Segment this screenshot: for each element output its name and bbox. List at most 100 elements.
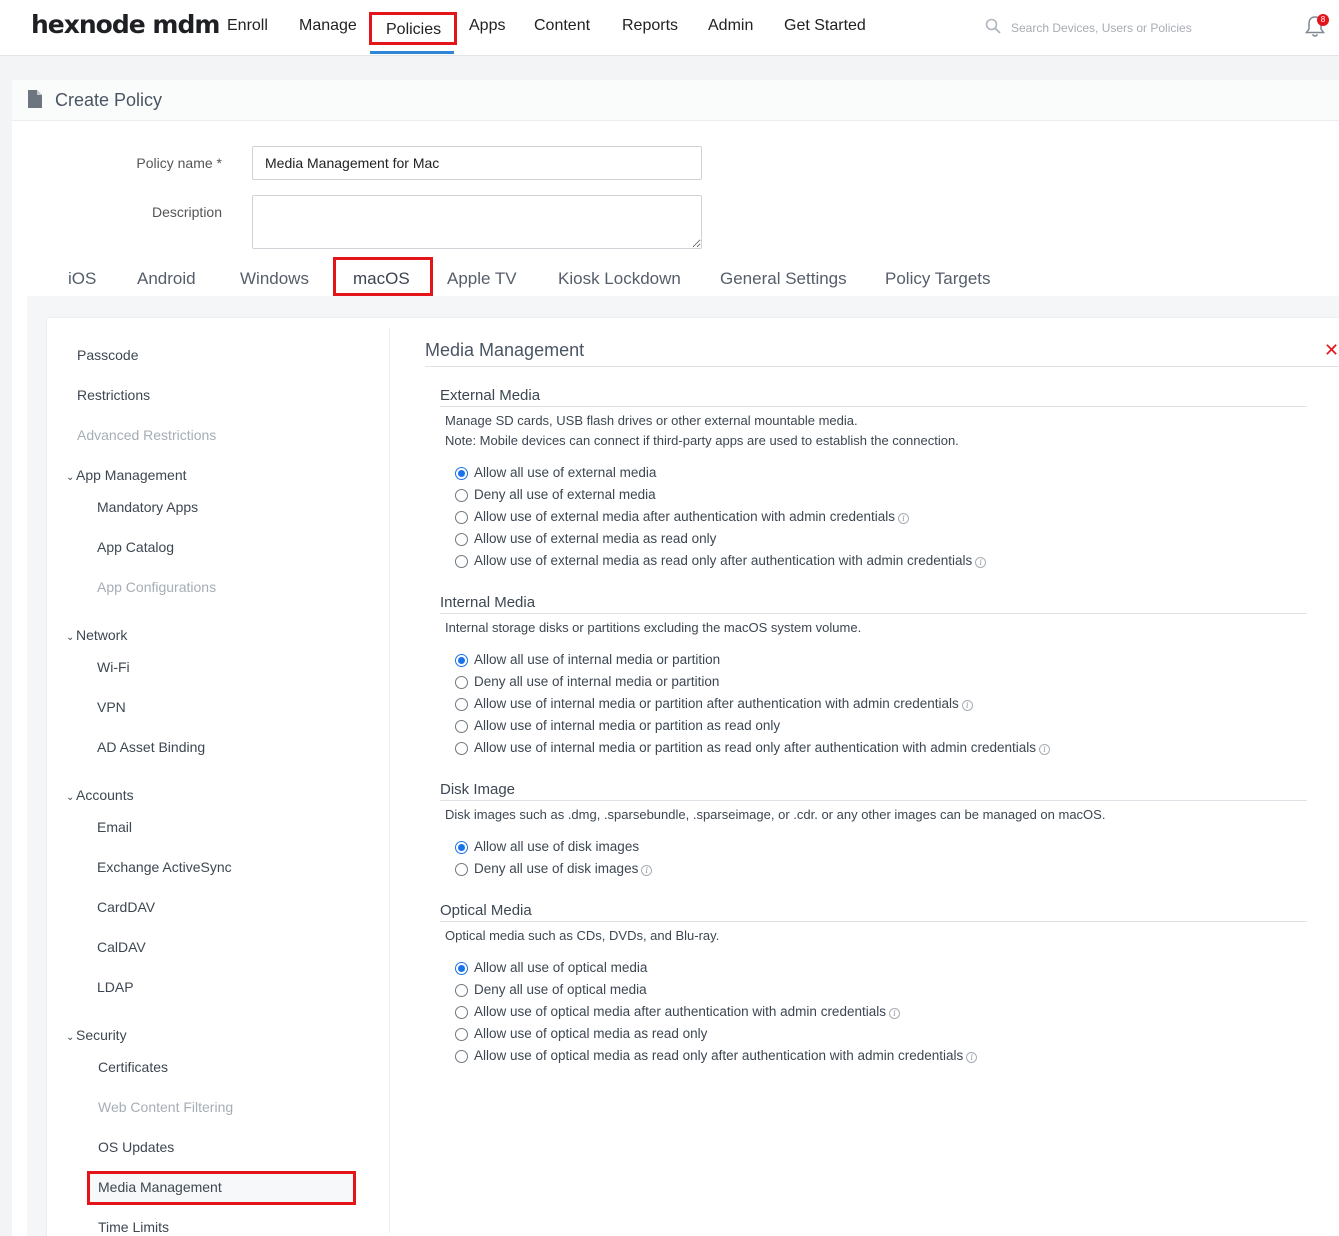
sidebar-item-os-updates[interactable]: OS Updates [98,1139,174,1155]
nav-content[interactable]: Content [534,17,590,35]
sidebar-group-label: Network [76,627,128,643]
sidebar-item-email[interactable]: Email [97,819,132,835]
info-icon[interactable]: i [897,513,909,524]
radio-button[interactable] [455,676,468,689]
radio-button[interactable] [455,1028,468,1041]
nav-enroll[interactable]: Enroll [227,17,268,35]
tab-policy-targets[interactable]: Policy Targets [885,269,991,289]
sidebar-group-app-management[interactable]: ⌄ App Management [66,467,187,483]
radio-button[interactable] [455,742,468,755]
info-icon[interactable]: i [888,1008,900,1019]
policy-name-label: Policy name * [136,155,222,171]
sidebar-item-advanced-restrictions: Advanced Restrictions [77,427,217,443]
info-icon[interactable]: i [641,865,653,876]
info-icon[interactable]: i [975,557,987,568]
group-divider [440,921,1307,922]
search-input[interactable]: Search Devices, Users or Policies [1011,21,1192,35]
sidebar-item-exchange-activesync[interactable]: Exchange ActiveSync [97,859,232,875]
tab-android[interactable]: Android [137,269,196,289]
radio-button[interactable] [455,1050,468,1063]
nav-manage[interactable]: Manage [299,17,357,35]
close-icon[interactable]: ✕ [1324,340,1339,361]
description-line: Internal storage disks or partitions exc… [445,620,862,635]
nav-policies[interactable]: Policies [369,12,458,45]
hexnode-logo[interactable]: hexnode mdm [31,10,220,39]
tab-apple-tv[interactable]: Apple TV [447,269,517,289]
sidebar-item-time-limits[interactable]: Time Limits [98,1219,169,1235]
info-icon[interactable]: i [966,1052,978,1063]
top-navigation-bar: hexnode mdm Enroll Manage Policies Apps … [0,0,1339,56]
tab-kiosk-lockdown[interactable]: Kiosk Lockdown [558,269,681,289]
tab-macos[interactable]: macOS [333,257,433,296]
nav-get-started[interactable]: Get Started [784,17,866,35]
description-label: Description [151,204,222,220]
group-title-internal-media: Internal Media [440,594,536,611]
sidebar-item-caldav[interactable]: CalDAV [97,939,146,955]
section-divider [425,366,1339,367]
radio-button[interactable] [455,984,468,997]
option-text: Allow all use of optical media [474,960,648,975]
option-text: Deny all use of optical media [474,982,647,997]
radio-label: Allow use of optical media as read only … [474,1048,978,1063]
radio-button[interactable] [455,555,468,568]
sidebar-item-restrictions[interactable]: Restrictions [77,387,150,403]
radio-button[interactable] [455,1006,468,1019]
radio-button[interactable] [455,489,468,502]
radio-label: Allow use of optical media as read only [474,1026,707,1041]
tab-windows[interactable]: Windows [240,269,309,289]
option-text: Deny all use of disk images [474,861,639,876]
radio-label: Allow use of external media as read only… [474,553,987,568]
sidebar-item-certificates[interactable]: Certificates [98,1059,168,1075]
sidebar-item-wifi[interactable]: Wi-Fi [97,659,130,675]
sidebar-group-network[interactable]: ⌄ Network [66,627,127,643]
radio-button[interactable] [455,841,468,854]
radio-label: Deny all use of disk images i [474,861,653,876]
option-text: Allow use of external media as read only… [474,553,973,568]
group-divider [440,800,1307,801]
sidebar-group-accounts[interactable]: ⌄ Accounts [66,787,134,803]
sidebar-item-app-catalog[interactable]: App Catalog [97,539,174,555]
nav-admin[interactable]: Admin [708,17,753,35]
sidebar-item-vpn[interactable]: VPN [97,699,126,715]
sidebar-item-ldap[interactable]: LDAP [97,979,134,995]
search-icon[interactable] [985,18,1001,34]
group-description: Optical media such as CDs, DVDs, and Blu… [445,926,719,946]
sidebar-item-passcode[interactable]: Passcode [77,347,138,363]
description-textarea[interactable] [252,195,702,249]
radio-button[interactable] [455,962,468,975]
radio-label: Allow use of external media after authen… [474,509,909,524]
sidebar-group-security[interactable]: ⌄ Security [66,1027,127,1043]
sidebar-item-carddav[interactable]: CardDAV [97,899,155,915]
radio-button[interactable] [455,511,468,524]
radio-button[interactable] [455,720,468,733]
radio-label: Allow use of external media as read only [474,531,716,546]
radio-label: Allow use of internal media or partition… [474,740,1051,755]
sidebar-item-web-content-filtering: Web Content Filtering [98,1099,234,1115]
page-title: Create Policy [55,90,163,110]
sidebar-item-media-management[interactable]: Media Management [98,1179,222,1195]
info-icon[interactable]: i [1039,744,1051,755]
option-text: Allow use of internal media or partition… [474,718,781,733]
policy-settings-panel: Passcode Restrictions Advanced Restricti… [46,317,1339,1236]
option-text: Allow use of internal media or partition… [474,740,1037,755]
description-line: Manage SD cards, USB flash drives or oth… [445,413,858,428]
radio-button[interactable] [455,467,468,480]
radio-button[interactable] [455,533,468,546]
nav-reports[interactable]: Reports [622,17,678,35]
info-icon[interactable]: i [961,700,973,711]
radio-label: Deny all use of internal media or partit… [474,674,719,689]
sidebar-group-label: App Management [76,467,187,483]
group-title-disk-image: Disk Image [440,781,516,798]
chevron-down-icon: ⌄ [66,792,75,803]
active-nav-underline [370,51,454,54]
nav-apps[interactable]: Apps [469,17,505,35]
tab-general-settings[interactable]: General Settings [720,269,847,289]
radio-button[interactable] [455,654,468,667]
sidebar-item-mandatory-apps[interactable]: Mandatory Apps [97,499,198,515]
option-text: Allow use of optical media as read only … [474,1048,964,1063]
radio-button[interactable] [455,698,468,711]
sidebar-item-ad-asset-binding[interactable]: AD Asset Binding [97,739,205,755]
policy-name-input[interactable] [252,146,702,180]
radio-button[interactable] [455,863,468,876]
tab-ios[interactable]: iOS [68,269,96,289]
